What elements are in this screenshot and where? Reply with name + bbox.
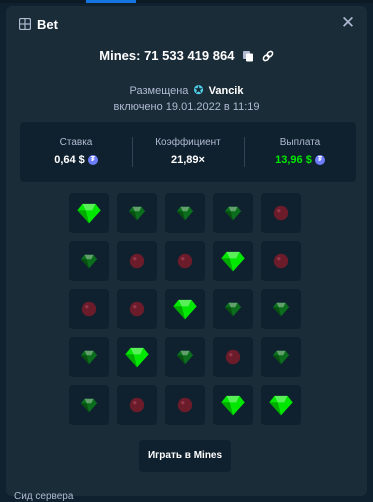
tile-gem-revealed (165, 289, 205, 329)
gem-icon (128, 204, 146, 222)
tile-gem (165, 337, 205, 377)
bet-id-row: Mines: 71 533 419 864 (6, 47, 367, 63)
mine-icon (176, 396, 194, 414)
bet-datetime: включено 19.01.2022 в 11:19 (113, 101, 260, 113)
tile-mine (117, 241, 157, 281)
placed-label: Размещена (129, 85, 189, 97)
username-link[interactable]: Vancik (209, 85, 244, 97)
top-nav-strip (0, 0, 373, 3)
tether-coin-icon: ₮ (314, 155, 325, 166)
tether-coin-icon: ₮ (87, 155, 98, 166)
stake-label: Ставка (59, 137, 93, 148)
stats-panel: Ставка 0,64 $ ₮ Коэффициент 21,89× Выплат… (20, 122, 356, 182)
tile-gem-revealed (213, 385, 253, 425)
multiplier-label: Коэффициент (155, 137, 221, 148)
mine-icon (272, 252, 290, 270)
tile-gem (213, 289, 253, 329)
gem-icon (80, 252, 98, 270)
mine-icon (128, 300, 146, 318)
server-seed-label: Сид сервера (14, 491, 74, 502)
payout-label: Выплата (279, 137, 321, 148)
link-icon[interactable] (262, 50, 274, 62)
ticket-icon (19, 18, 31, 30)
mine-icon (176, 252, 194, 270)
mine-icon (128, 396, 146, 414)
gem-icon (224, 204, 242, 222)
gem-icon (220, 248, 246, 274)
gem-icon (76, 200, 102, 226)
mines-board (69, 193, 309, 433)
mine-icon (224, 348, 242, 366)
tile-mine (165, 241, 205, 281)
placed-by-row: Размещена ✪ Vancik (6, 83, 367, 97)
tile-gem (69, 241, 109, 281)
gem-icon (80, 348, 98, 366)
tile-gem (213, 193, 253, 233)
gem-icon (124, 344, 150, 370)
gem-icon (272, 348, 290, 366)
tile-gem (165, 193, 205, 233)
tile-mine (213, 337, 253, 377)
tile-gem (117, 193, 157, 233)
tile-gem (261, 337, 301, 377)
modal-header: Bet ✕ (6, 6, 367, 42)
payout-stat: Выплата 13,96 $ ₮ (244, 122, 356, 182)
bet-modal: Bet ✕ Mines: 71 533 419 864 Размещена ✪ … (6, 6, 367, 496)
multiplier-stat: Коэффициент 21,89× (132, 122, 244, 182)
tile-gem-revealed (117, 337, 157, 377)
tile-mine (261, 241, 301, 281)
tile-gem (69, 385, 109, 425)
payout-value: 13,96 $ ₮ (244, 154, 356, 166)
modal-title: Bet (37, 17, 58, 32)
gem-icon (176, 204, 194, 222)
gem-icon (80, 396, 98, 414)
tile-mine (117, 289, 157, 329)
mine-icon (272, 204, 290, 222)
gem-icon (224, 300, 242, 318)
active-tab-indicator (86, 0, 136, 3)
tile-mine (165, 385, 205, 425)
stake-value: 0,64 $ ₮ (20, 154, 132, 166)
gem-icon (220, 392, 246, 418)
stake-stat: Ставка 0,64 $ ₮ (20, 122, 132, 182)
tile-gem-revealed (213, 241, 253, 281)
mine-icon (128, 252, 146, 270)
bet-id-text: Mines: 71 533 419 864 (99, 48, 235, 64)
gem-icon (268, 392, 294, 418)
multiplier-value: 21,89× (171, 154, 205, 166)
gem-icon (172, 296, 198, 322)
play-mines-button[interactable]: Играть в Mines (139, 440, 231, 472)
tile-gem-revealed (69, 193, 109, 233)
close-icon: ✕ (340, 13, 356, 32)
tile-mine (117, 385, 157, 425)
user-star-icon: ✪ (193, 83, 204, 97)
tile-mine (69, 289, 109, 329)
mine-icon (80, 300, 98, 318)
tile-mine (261, 193, 301, 233)
gem-icon (272, 300, 290, 318)
gem-icon (176, 348, 194, 366)
close-button[interactable]: ✕ (339, 14, 357, 32)
tile-gem (261, 289, 301, 329)
tile-gem (69, 337, 109, 377)
copy-icon[interactable] (242, 50, 254, 62)
tile-gem-revealed (261, 385, 301, 425)
